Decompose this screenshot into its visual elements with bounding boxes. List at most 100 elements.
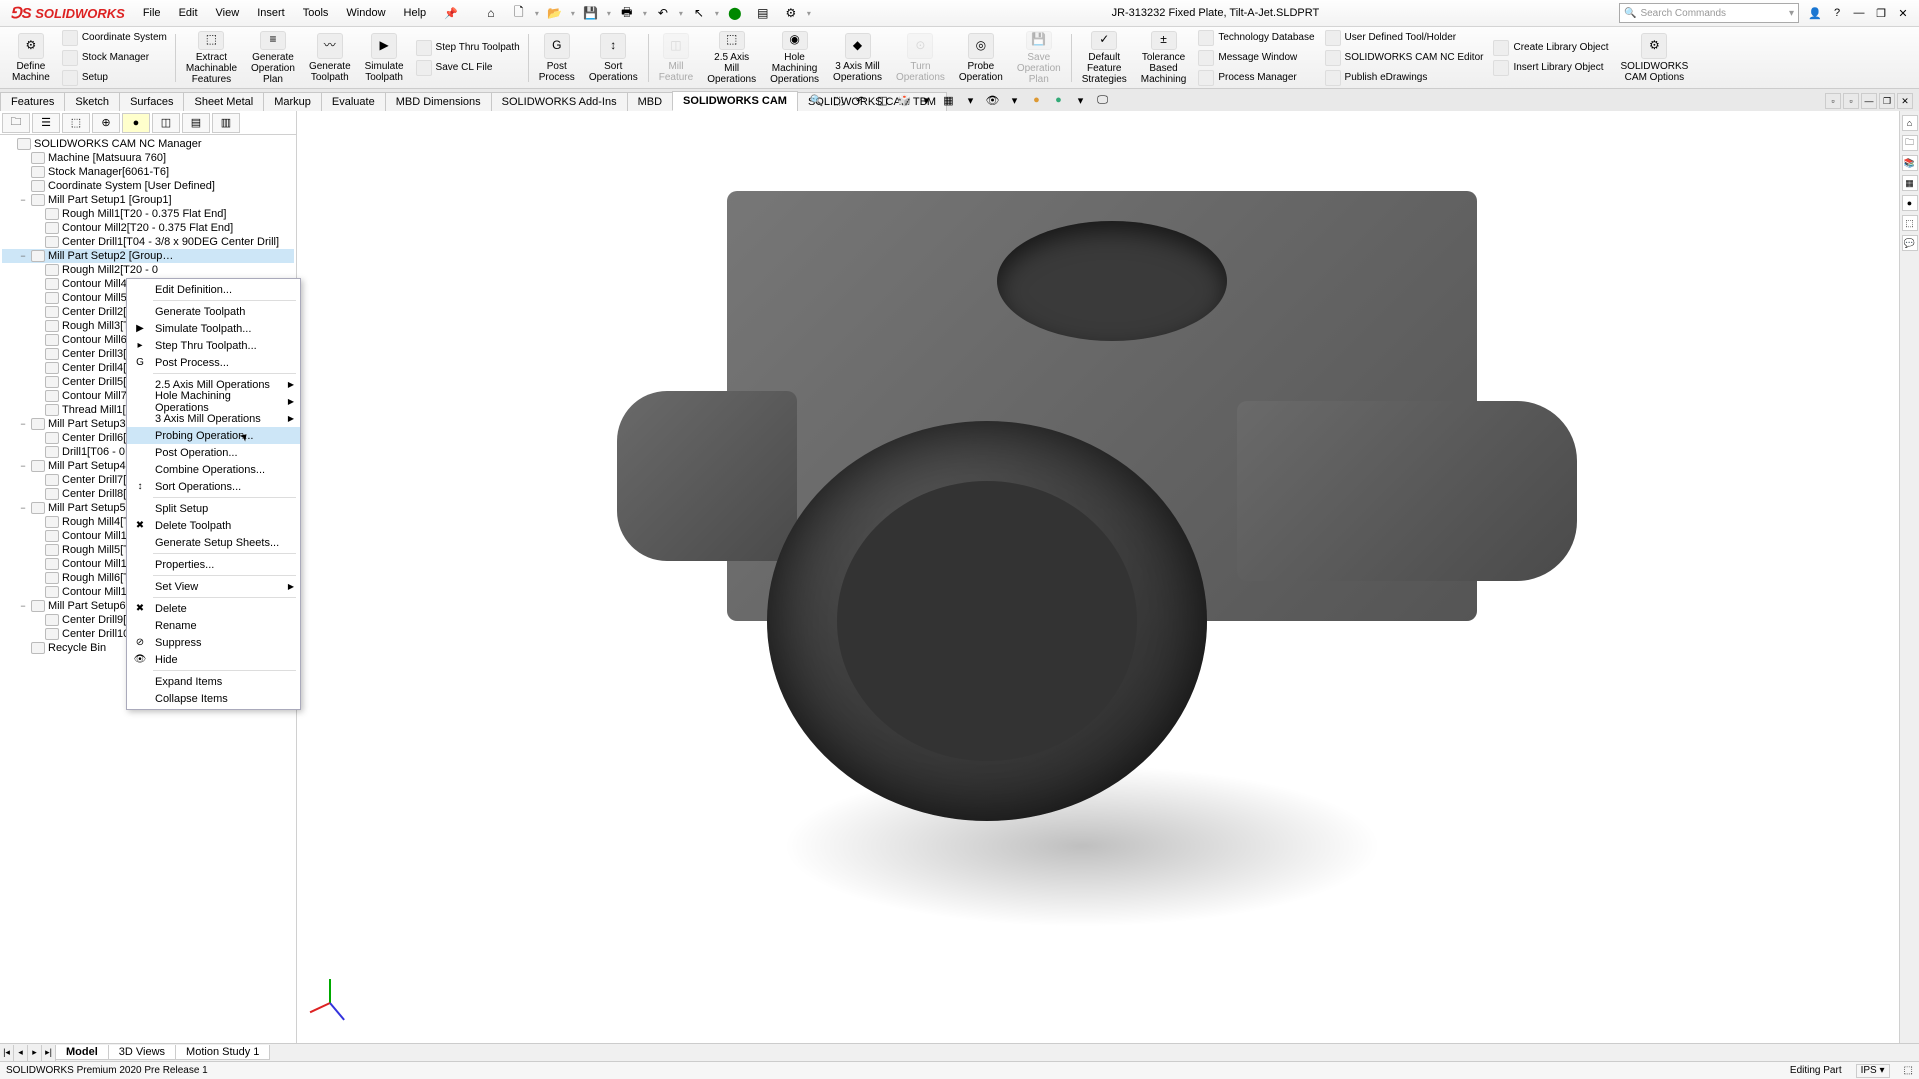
vp-max-icon[interactable]: ❐ — [1879, 93, 1895, 109]
tab-features[interactable]: Features — [0, 92, 65, 111]
home-icon[interactable]: ⌂ — [478, 3, 504, 23]
lib-item-1[interactable]: Insert Library Object — [1489, 59, 1612, 77]
vp-min-icon[interactable]: — — [1861, 93, 1877, 109]
status-icon[interactable]: ⬚ — [1904, 1065, 1913, 1076]
undo-icon[interactable]: ↶ — [650, 3, 676, 23]
display-tab[interactable]: ● — [122, 113, 150, 133]
cm-suppress[interactable]: ⊘Suppress — [127, 634, 300, 651]
config-tab[interactable]: ⬚ — [62, 113, 90, 133]
vp-btn-2[interactable]: ▫ — [1843, 93, 1859, 109]
tab-evaluate[interactable]: Evaluate — [321, 92, 386, 111]
define-machine-button[interactable]: ⚙Define Machine — [6, 29, 56, 87]
cm-set-view[interactable]: Set View▶ — [127, 578, 300, 595]
probe-operation-button[interactable]: ◎Probe Operation — [953, 29, 1009, 87]
rebuild-icon[interactable]: ⬤ — [722, 3, 748, 23]
render-icon[interactable]: 🖵 — [1094, 91, 1112, 109]
appearance-icon[interactable]: ● — [1028, 91, 1046, 109]
minimize-icon[interactable]: — — [1851, 5, 1867, 21]
tree-row[interactable]: Rough Mill1[T20 - 0.375 Flat End] — [2, 207, 294, 221]
cm-edit-definition-[interactable]: Edit Definition... — [127, 281, 300, 298]
menu-window[interactable]: Window — [338, 3, 393, 23]
tool-item-0[interactable]: User Defined Tool/Holder — [1321, 29, 1488, 47]
cm-collapse-items[interactable]: Collapse Items — [127, 690, 300, 707]
zoom-area-icon[interactable]: ⬚ — [830, 91, 848, 109]
bottom-tab-motion-study-1[interactable]: Motion Study 1 — [175, 1045, 270, 1060]
stock-item-2[interactable]: Setup — [58, 69, 171, 87]
zoom-fit-icon[interactable]: 🔍 — [808, 91, 826, 109]
cm-post-operation-[interactable]: Post Operation... — [127, 444, 300, 461]
tab-first-icon[interactable]: |◂ — [0, 1045, 14, 1061]
forum-pane-icon[interactable]: 💬 — [1902, 235, 1918, 251]
tab-solidworks-cam[interactable]: SOLIDWORKS CAM — [672, 91, 798, 111]
cm-properties-[interactable]: Properties... — [127, 556, 300, 573]
tab-solidworks-add-ins[interactable]: SOLIDWORKS Add-Ins — [491, 92, 628, 111]
cam-op-tab[interactable]: ▤ — [182, 113, 210, 133]
tab-last-icon[interactable]: ▸| — [42, 1045, 56, 1061]
tree-row[interactable]: SOLIDWORKS CAM NC Manager — [2, 137, 294, 151]
tree-row[interactable]: Coordinate System [User Defined] — [2, 179, 294, 193]
hole-operations-button[interactable]: ◉Hole Machining Operations — [764, 29, 825, 87]
scene-icon[interactable]: ● — [1050, 91, 1068, 109]
select-icon[interactable]: ↖ — [686, 3, 712, 23]
menu-file[interactable]: File — [135, 3, 169, 23]
default-feature-strategies-button[interactable]: ✓Default Feature Strategies — [1076, 29, 1133, 87]
cam-options-button[interactable]: ⚙SOLIDWORKS CAM Options — [1615, 29, 1695, 87]
home-pane-icon[interactable]: ⌂ — [1902, 115, 1918, 131]
extract-features-button[interactable]: ⬚Extract Machinable Features — [180, 29, 243, 87]
settings-icon[interactable]: ⚙ — [778, 3, 804, 23]
menu-view[interactable]: View — [208, 3, 248, 23]
cm-delete-toolpath[interactable]: ✖Delete Toolpath — [127, 517, 300, 534]
tab-next-icon[interactable]: ▸ — [28, 1045, 42, 1061]
appearance-pane-icon[interactable]: ● — [1902, 195, 1918, 211]
tree-row[interactable]: Center Drill1[T04 - 3/8 x 90DEG Center D… — [2, 235, 294, 249]
tab-markup[interactable]: Markup — [263, 92, 322, 111]
feature-tree-tab[interactable]: 🗀 — [2, 113, 30, 133]
sort-operations-button[interactable]: ↕Sort Operations — [583, 29, 644, 87]
tool-item-1[interactable]: SOLIDWORKS CAM NC Editor — [1321, 49, 1488, 67]
cm-combine-operations-[interactable]: Combine Operations... — [127, 461, 300, 478]
tree-row[interactable]: −Mill Part Setup1 [Group1] — [2, 193, 294, 207]
menu-edit[interactable]: Edit — [171, 3, 206, 23]
lib-item-0[interactable]: Create Library Object — [1489, 39, 1612, 57]
help-icon[interactable]: ? — [1829, 5, 1845, 21]
3d-viewport[interactable] — [297, 111, 1899, 1043]
user-icon[interactable]: 👤 — [1807, 5, 1823, 21]
tree-row[interactable]: Stock Manager[6061-T6] — [2, 165, 294, 179]
step-item-1[interactable]: Save CL File — [412, 59, 524, 77]
menu-tools[interactable]: Tools — [295, 3, 337, 23]
generate-toolpath-button[interactable]: 〰Generate Toolpath — [303, 29, 357, 87]
section-view-icon[interactable]: ◫ — [874, 91, 892, 109]
tree-row[interactable]: Machine [Matsuura 760] — [2, 151, 294, 165]
cm-delete[interactable]: ✖Delete — [127, 600, 300, 617]
search-dropdown-icon[interactable]: ▾ — [1789, 8, 1794, 19]
cm-expand-items[interactable]: Expand Items — [127, 673, 300, 690]
search-commands-input[interactable]: 🔍 Search Commands ▾ — [1619, 3, 1799, 23]
tree-row[interactable]: −Mill Part Setup2 [Group… — [2, 249, 294, 263]
print-icon[interactable]: 🖶 — [614, 3, 640, 23]
restore-icon[interactable]: ❐ — [1873, 5, 1889, 21]
bottom-tab-model[interactable]: Model — [55, 1045, 109, 1060]
dim-tab[interactable]: ⊕ — [92, 113, 120, 133]
property-tab[interactable]: ☰ — [32, 113, 60, 133]
tab-mbd[interactable]: MBD — [627, 92, 673, 111]
menu-insert[interactable]: Insert — [249, 3, 293, 23]
close-icon[interactable]: ✕ — [1895, 5, 1911, 21]
resources-pane-icon[interactable]: 🗀 — [1902, 135, 1918, 151]
step-item-0[interactable]: Step Thru Toolpath — [412, 39, 524, 57]
tab-sketch[interactable]: Sketch — [64, 92, 120, 111]
cm-generate-toolpath[interactable]: Generate Toolpath — [127, 303, 300, 320]
pin-icon[interactable]: 📌 — [444, 7, 458, 20]
bottom-tab-3d-views[interactable]: 3D Views — [108, 1045, 176, 1060]
library-pane-icon[interactable]: 📚 — [1902, 155, 1918, 171]
custom-pane-icon[interactable]: ⬚ — [1902, 215, 1918, 231]
cm-simulate-toolpath-[interactable]: ▶Simulate Toolpath... — [127, 320, 300, 337]
cam-tool-tab[interactable]: ▥ — [212, 113, 240, 133]
menu-help[interactable]: Help — [396, 3, 435, 23]
cm-sort-operations-[interactable]: ↕Sort Operations... — [127, 478, 300, 495]
3-axis-button[interactable]: ◆3 Axis Mill Operations — [827, 29, 888, 87]
cm-rename[interactable]: Rename — [127, 617, 300, 634]
cm-post-process-[interactable]: GPost Process... — [127, 354, 300, 371]
cm-step-thru-toolpath-[interactable]: ▸Step Thru Toolpath... — [127, 337, 300, 354]
post-process-button[interactable]: GPost Process — [533, 29, 581, 87]
simulate-toolpath-button[interactable]: ▶Simulate Toolpath — [359, 29, 410, 87]
